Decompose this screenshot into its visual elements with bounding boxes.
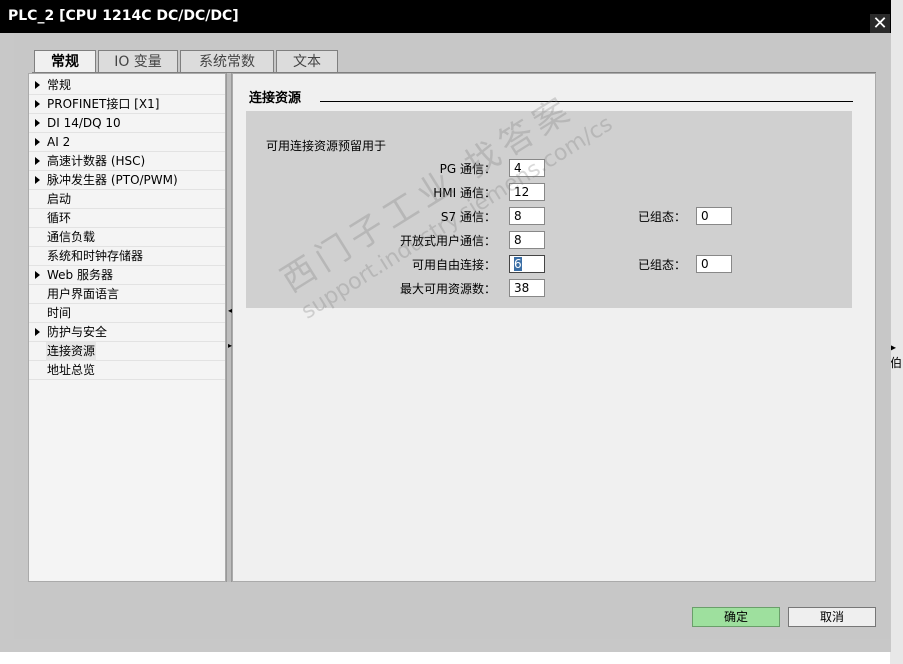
tree-item-label: PROFINET接口 [X1] [47, 97, 160, 111]
s7-configured-field: 0 [696, 207, 732, 225]
tree-item[interactable]: PROFINET接口 [X1] [29, 95, 225, 114]
open-user-comm-field[interactable]: 8 [509, 231, 545, 249]
tree-item-label: 启动 [47, 192, 72, 206]
expand-arrow-icon[interactable] [35, 100, 40, 108]
navigation-tree: 常规 PROFINET接口 [X1] DI 14/DQ 10 AI 2 高速计数器 (H… [28, 73, 226, 582]
free-configured-label: 已组态： [638, 258, 687, 272]
expand-arrow-icon[interactable] [35, 271, 40, 279]
tree-item-label: 地址总览 [47, 363, 96, 377]
background-text: ▸ 伯 [890, 340, 903, 370]
tree-item[interactable]: 地址总览 [29, 361, 225, 380]
tab-system-constants[interactable]: 系统常数 [180, 50, 274, 72]
free-connections-label: 可用自由连接： [411, 258, 496, 272]
tree-item-label: 高速计数器 (HSC) [47, 154, 146, 168]
tree-item-label: 时间 [47, 306, 72, 320]
properties-dialog: PLC_2 [CPU 1214C DC/DC/DC] ✕ 常规 IO 变量 系统… [0, 0, 891, 652]
max-resources-field: 38 [509, 279, 545, 297]
tree-item[interactable]: 启动 [29, 190, 225, 209]
tree-item-label: 通信负载 [47, 230, 96, 244]
group-label: 可用连接资源预留用于 [266, 139, 387, 153]
tree-item[interactable]: 时间 [29, 304, 225, 323]
open-user-comm-label: 开放式用户通信： [399, 234, 496, 248]
expand-arrow-icon[interactable] [35, 81, 40, 89]
tab-io-tags[interactable]: IO 变量 [98, 50, 178, 72]
close-icon: ✕ [872, 13, 888, 34]
tree-item[interactable]: 循环 [29, 209, 225, 228]
tree-item[interactable]: AI 2 [29, 133, 225, 152]
tree-item[interactable]: 通信负载 [29, 228, 225, 247]
close-button[interactable]: ✕ [870, 14, 890, 34]
s7-configured-label: 已组态： [638, 210, 687, 224]
tree-item[interactable]: 防护与安全 [29, 323, 225, 342]
title-bar[interactable]: PLC_2 [CPU 1214C DC/DC/DC] [0, 0, 891, 33]
tree-item[interactable]: Web 服务器 [29, 266, 225, 285]
s7-comm-label: S7 通信： [440, 210, 496, 224]
cancel-button[interactable]: 取消 [788, 607, 876, 627]
pg-comm-field[interactable]: 4 [509, 159, 545, 177]
tree-item[interactable]: 系统和时钟存储器 [29, 247, 225, 266]
expand-arrow-icon[interactable] [35, 138, 40, 146]
pg-comm-label: PG 通信： [439, 162, 496, 176]
tree-item-label: AI 2 [47, 135, 71, 149]
tree-item[interactable]: 脉冲发生器 (PTO/PWM) [29, 171, 225, 190]
section-title: 连接资源 [249, 91, 302, 106]
tree-item[interactable]: DI 14/DQ 10 [29, 114, 225, 133]
ok-button[interactable]: 确定 [692, 607, 780, 627]
hmi-comm-field[interactable]: 12 [509, 183, 545, 201]
tab-general[interactable]: 常规 [34, 50, 96, 72]
dialog-body: 常规 IO 变量 系统常数 文本 常规 PROFINET接口 [X1] DI 14/… [14, 33, 890, 639]
tree-item-label: 系统和时钟存储器 [47, 249, 144, 263]
expand-arrow-icon[interactable] [35, 176, 40, 184]
tree-item-label: Web 服务器 [47, 268, 113, 282]
tree-item[interactable]: 连接资源 [29, 342, 225, 361]
free-connections-field[interactable]: 6 [509, 255, 545, 273]
tab-texts[interactable]: 文本 [276, 50, 338, 72]
s7-comm-field[interactable]: 8 [509, 207, 545, 225]
expand-arrow-icon[interactable] [35, 328, 40, 336]
section-divider [320, 101, 853, 102]
free-configured-field: 0 [696, 255, 732, 273]
tree-item-label: 循环 [47, 211, 72, 225]
tree-item-label: 脉冲发生器 (PTO/PWM) [47, 173, 178, 187]
expand-arrow-icon[interactable] [35, 119, 40, 127]
tree-item-label: DI 14/DQ 10 [47, 116, 121, 130]
hmi-comm-label: HMI 通信： [433, 186, 496, 200]
tree-item-label: 防护与安全 [47, 325, 108, 339]
tree-item-label: 用户界面语言 [47, 287, 120, 301]
tree-item[interactable]: 高速计数器 (HSC) [29, 152, 225, 171]
tree-item[interactable]: 用户界面语言 [29, 285, 225, 304]
connection-resources-group: 可用连接资源预留用于 PG 通信： 4 HMI 通信： 12 S7 通信： 8 … [246, 111, 852, 308]
tree-item-label: 常规 [47, 78, 72, 92]
max-resources-label: 最大可用资源数： [399, 282, 496, 296]
content-panel: 连接资源 可用连接资源预留用于 PG 通信： 4 HMI 通信： 12 S7 通… [232, 73, 876, 582]
expand-arrow-icon[interactable] [35, 157, 40, 165]
window-title: PLC_2 [CPU 1214C DC/DC/DC] [8, 8, 239, 24]
background-app-right: ▸ 伯 [890, 0, 903, 664]
tree-item[interactable]: 常规 [29, 76, 225, 95]
tree-item-label: 连接资源 [46, 342, 97, 361]
